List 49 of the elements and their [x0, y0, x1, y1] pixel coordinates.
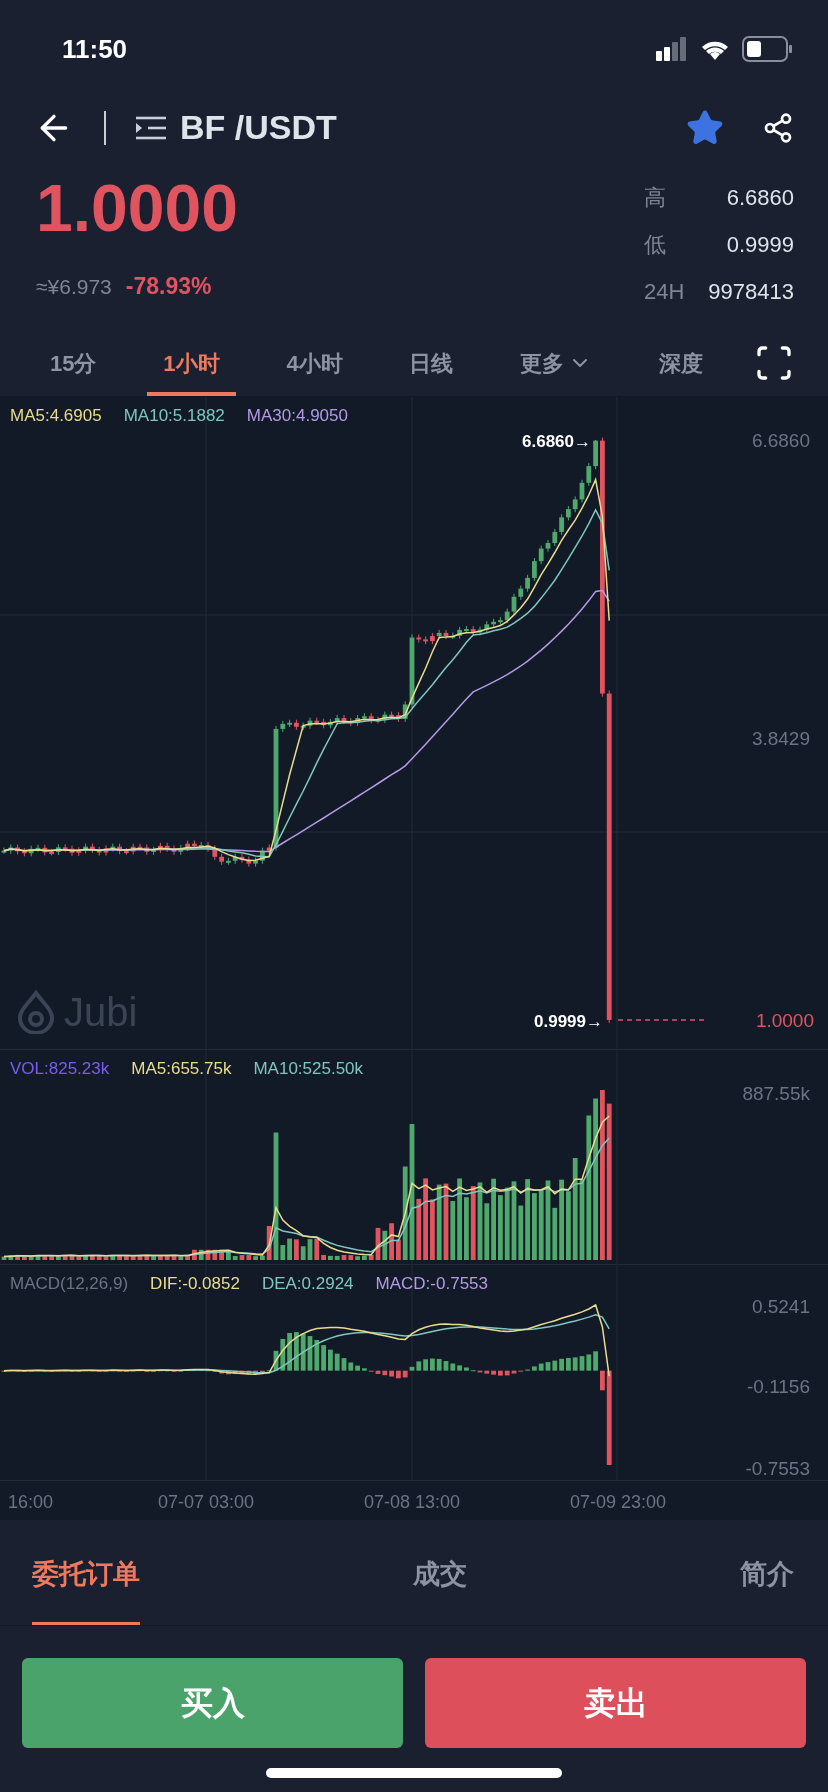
- high-price-marker: 6.6860→: [522, 431, 591, 453]
- legend-label: MA10:525.50k: [253, 1058, 364, 1080]
- stat-label: 低: [644, 231, 667, 259]
- section-tab[interactable]: 成交: [413, 1526, 467, 1625]
- section-tab[interactable]: 委托订单: [32, 1526, 140, 1625]
- interval-tab[interactable]: 15分: [34, 330, 113, 396]
- legend-label: DIF:-0.0852: [150, 1273, 240, 1295]
- time-label: 16:00: [8, 1491, 54, 1514]
- interval-tab[interactable]: 日线: [393, 330, 470, 396]
- list-icon[interactable]: [136, 115, 166, 140]
- interval-tab[interactable]: 深度: [643, 330, 720, 396]
- droplet-logo-icon: [16, 990, 56, 1034]
- sell-button[interactable]: 卖出: [425, 1658, 806, 1748]
- time-label: 07-07 03:00: [157, 1491, 255, 1514]
- interval-tab[interactable]: 4小时: [270, 330, 359, 396]
- legend-label: DEA:0.2924: [261, 1273, 354, 1295]
- cny-price: ≈¥6.973: [36, 274, 112, 300]
- legend-label: MACD(12,26,9): [10, 1273, 129, 1295]
- time-label: 07-09 23:00: [569, 1491, 667, 1514]
- axis-label: 6.6860: [751, 429, 810, 453]
- legend-label: MACD:-0.7553: [375, 1273, 488, 1295]
- axis-label: 3.8429: [751, 727, 810, 751]
- section-tab[interactable]: 简介: [740, 1526, 794, 1625]
- status-time: 11:50: [62, 32, 128, 66]
- legend-label: MA30:4.9050: [246, 405, 348, 427]
- legend-label: MA10:5.1882: [123, 405, 225, 427]
- stat-value: 6.6860: [725, 184, 794, 212]
- share-icon[interactable]: [762, 111, 794, 144]
- stat-value: 9978413: [708, 278, 794, 306]
- buy-button[interactable]: 买入: [22, 1658, 403, 1748]
- legend-label: MA5:655.75k: [131, 1058, 232, 1080]
- stat-label: 高: [644, 184, 667, 212]
- price-change: -78.93%: [125, 272, 212, 301]
- axis-label: 0.5241: [751, 1295, 810, 1319]
- axis-label: -0.1156: [746, 1375, 810, 1399]
- stat-value: 0.9999: [725, 231, 794, 259]
- legend-label: MA5:4.6905: [10, 405, 102, 427]
- axis-label: 887.55k: [742, 1082, 810, 1106]
- battery-icon: [742, 36, 792, 62]
- signal-icon: [656, 37, 688, 61]
- legend-label: VOL:825.23k: [10, 1058, 110, 1080]
- low-price-marker: 0.9999→: [534, 1011, 603, 1033]
- more-dropdown[interactable]: 更多: [504, 330, 609, 396]
- favorite-star-icon[interactable]: [686, 108, 724, 147]
- time-label: 07-08 13:00: [363, 1491, 461, 1514]
- last-price: 1.0000: [36, 175, 238, 241]
- axis-label: -0.7553: [745, 1457, 810, 1481]
- pair-title: BF /USDT: [180, 107, 337, 148]
- stat-label: 24H: [644, 278, 685, 306]
